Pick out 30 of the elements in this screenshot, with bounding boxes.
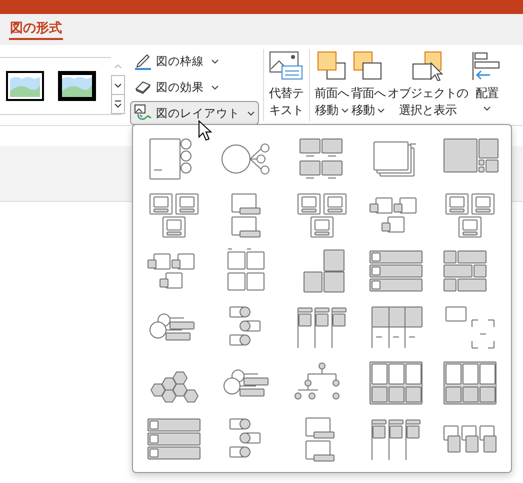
arrange-button[interactable]: 配置 [469,45,505,111]
chevron-down-icon [114,82,122,88]
expand-icon [114,100,122,108]
arrange-label: 移動 [351,102,386,119]
picture-caption-icon [269,51,304,81]
chevron-icon [247,110,255,116]
arrange-button[interactable]: 背面へ 移動 [350,45,386,119]
picture-layout-icon [134,104,152,122]
arrange-button[interactable]: オブジェクトの 選択と表示 [386,45,469,119]
chevron-icon [211,58,219,64]
alt-text-button[interactable]: 代替テ キスト [268,45,304,119]
arrange-label: 背面へ [351,85,386,102]
picture-command-button[interactable]: 図のレイアウト [130,101,259,125]
chevron-icon [211,84,219,90]
scroll-down-button[interactable] [111,75,125,95]
chevron-up-icon [114,64,122,68]
arrange-label: オブジェクトの [388,85,468,102]
ribbon-tab[interactable]: 図の形式 [9,19,63,40]
picture-command-button[interactable]: 図の効果 [130,75,223,99]
arrange-button[interactable]: 前面へ 移動 [314,45,350,119]
arrange-label: 配置 [476,85,498,102]
pencil-icon [134,52,152,70]
picture-style-thumbnail[interactable] [58,71,96,101]
picture-command-button[interactable]: 図の枠線 [130,49,223,73]
arrange-label: 前面へ [314,85,349,102]
arrange-label: 移動 [314,102,349,119]
expand-gallery-button[interactable] [111,94,125,114]
selection-pane-icon [410,51,445,81]
arrange-label: 選択と表示 [399,102,456,119]
picture-style-thumbnail[interactable] [6,71,44,101]
